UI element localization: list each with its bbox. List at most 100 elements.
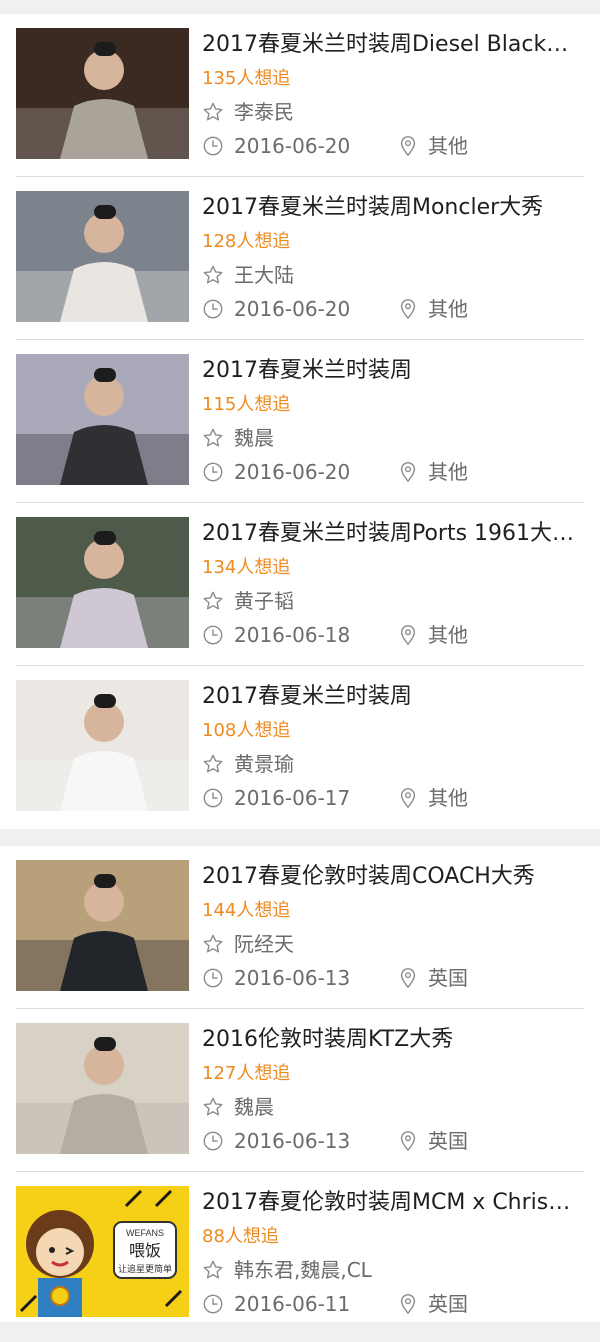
event-list-item[interactable]: 2017春夏米兰时装周Diesel Black… 135人想追 李泰民 2016… (16, 14, 584, 177)
event-date: 2016-06-20 (234, 297, 351, 321)
event-list-item[interactable]: 2017春夏米兰时装周 115人想追 魏晨 2016-06-20 其他 (16, 340, 584, 503)
stars-row: 魏晨 (202, 424, 584, 452)
event-location: 其他 (428, 297, 468, 321)
event-info: 2017春夏米兰时装周 115人想追 魏晨 2016-06-20 其他 (202, 354, 584, 486)
event-stars: 韩东君,魏晨,CL (234, 1258, 372, 1282)
event-thumbnail[interactable] (16, 860, 189, 991)
event-info: 2016伦敦时装周KTZ大秀 127人想追 魏晨 2016-06-13 英国 (202, 1023, 584, 1155)
clock-icon (203, 788, 223, 808)
photo-thumbnail (16, 517, 189, 648)
time-location-row: 2016-06-13 英国 (202, 1127, 584, 1155)
star-outline-icon (203, 934, 223, 953)
event-title[interactable]: 2017春夏伦敦时装周MCM x Chris… (202, 1186, 584, 1220)
photo-thumbnail (16, 1023, 189, 1154)
time-location-row: 2016-06-11 英国 (202, 1290, 584, 1318)
follower-count: 88人想追 (202, 1226, 279, 1247)
event-thumbnail[interactable] (16, 191, 189, 322)
event-info: 2017春夏米兰时装周Ports 1961大… 134人想追 黄子韬 2016-… (202, 517, 584, 649)
event-info: 2017春夏伦敦时装周COACH大秀 144人想追 阮经天 2016-06-13 (202, 860, 584, 992)
event-list-item[interactable]: 2017春夏米兰时装周Moncler大秀 128人想追 王大陆 2016-06-… (16, 177, 584, 340)
follower-count: 115人想追 (202, 394, 291, 415)
event-title[interactable]: 2017春夏伦敦时装周COACH大秀 (202, 860, 584, 894)
event-date: 2016-06-18 (234, 623, 351, 647)
event-stars: 李泰民 (234, 100, 294, 124)
star-outline-icon (203, 1097, 223, 1116)
time-location-row: 2016-06-17 其他 (202, 784, 584, 812)
event-thumbnail[interactable] (16, 517, 189, 648)
time-location-row: 2016-06-20 其他 (202, 295, 584, 323)
event-location: 其他 (428, 623, 468, 647)
event-info: 2017春夏米兰时装周Moncler大秀 128人想追 王大陆 2016-06-… (202, 191, 584, 323)
event-list-section: 2017春夏伦敦时装周COACH大秀 144人想追 阮经天 2016-06-13 (0, 846, 600, 1322)
clock-icon (203, 1294, 223, 1314)
thumb-logo-line2: 喂饭 (129, 1241, 161, 1260)
event-thumbnail[interactable] (16, 1023, 189, 1154)
star-outline-icon (203, 754, 223, 773)
stars-row: 阮经天 (202, 930, 584, 958)
star-outline-icon (203, 591, 223, 610)
event-list-item[interactable]: WEFANS 喂饭 让追星更简单 2017春夏伦敦时装周MCM x Chris… 8… (16, 1172, 584, 1322)
clock-icon (203, 625, 223, 645)
event-date: 2016-06-13 (234, 966, 351, 990)
event-list-item[interactable]: 2017春夏米兰时装周 108人想追 黄景瑜 2016-06-17 其他 (16, 666, 584, 829)
event-date: 2016-06-11 (234, 1292, 351, 1316)
stars-row: 黄景瑜 (202, 750, 584, 778)
location-pin-icon (400, 625, 416, 646)
photo-thumbnail (16, 28, 189, 159)
stars-row: 黄子韬 (202, 587, 584, 615)
follower-count: 108人想追 (202, 720, 291, 741)
event-title[interactable]: 2017春夏米兰时装周 (202, 354, 584, 388)
event-thumbnail[interactable] (16, 28, 189, 159)
photo-thumbnail (16, 860, 189, 991)
stars-row: 王大陆 (202, 261, 584, 289)
photo-thumbnail (16, 191, 189, 322)
location-pin-icon (400, 136, 416, 157)
follower-count: 144人想追 (202, 900, 291, 921)
event-thumbnail[interactable] (16, 680, 189, 811)
event-thumbnail[interactable]: WEFANS 喂饭 让追星更简单 (16, 1186, 189, 1317)
thumb-logo-line3: 让追星更简单 (118, 1263, 172, 1275)
stars-row: 韩东君,魏晨,CL (202, 1256, 584, 1284)
event-date: 2016-06-20 (234, 460, 351, 484)
event-location: 英国 (428, 1292, 468, 1316)
location-pin-icon (400, 299, 416, 320)
event-location: 其他 (428, 460, 468, 484)
time-location-row: 2016-06-18 其他 (202, 621, 584, 649)
event-location: 英国 (428, 1129, 468, 1153)
clock-icon (203, 136, 223, 156)
event-title[interactable]: 2017春夏米兰时装周Moncler大秀 (202, 191, 584, 225)
event-list-item[interactable]: 2017春夏米兰时装周Ports 1961大… 134人想追 黄子韬 2016-… (16, 503, 584, 666)
follower-count: 134人想追 (202, 557, 291, 578)
event-location: 英国 (428, 966, 468, 990)
event-stars: 黄景瑜 (234, 752, 294, 776)
event-location: 其他 (428, 134, 468, 158)
event-info: 2017春夏伦敦时装周MCM x Chris… 88人想追 韩东君,魏晨,CL … (202, 1186, 584, 1318)
location-pin-icon (400, 1294, 416, 1315)
photo-thumbnail (16, 680, 189, 811)
event-title[interactable]: 2017春夏米兰时装周Ports 1961大… (202, 517, 584, 551)
event-stars: 魏晨 (234, 1095, 274, 1119)
time-location-row: 2016-06-20 其他 (202, 458, 584, 486)
event-title[interactable]: 2016伦敦时装周KTZ大秀 (202, 1023, 584, 1057)
event-info: 2017春夏米兰时装周Diesel Black… 135人想追 李泰民 2016… (202, 28, 584, 160)
star-outline-icon (203, 265, 223, 284)
time-location-row: 2016-06-20 其他 (202, 132, 584, 160)
follower-count: 128人想追 (202, 231, 291, 252)
time-location-row: 2016-06-13 英国 (202, 964, 584, 992)
event-thumbnail[interactable] (16, 354, 189, 485)
event-list-item[interactable]: 2017春夏伦敦时装周COACH大秀 144人想追 阮经天 2016-06-13 (16, 846, 584, 1009)
event-date: 2016-06-20 (234, 134, 351, 158)
clock-icon (203, 968, 223, 988)
event-title[interactable]: 2017春夏米兰时装周 (202, 680, 584, 714)
follower-count: 127人想追 (202, 1063, 291, 1084)
event-title[interactable]: 2017春夏米兰时装周Diesel Black… (202, 28, 584, 62)
clock-icon (203, 1131, 223, 1151)
location-pin-icon (400, 968, 416, 989)
photo-thumbnail (16, 354, 189, 485)
event-list-item[interactable]: 2016伦敦时装周KTZ大秀 127人想追 魏晨 2016-06-13 英国 (16, 1009, 584, 1172)
event-location: 其他 (428, 786, 468, 810)
stars-row: 李泰民 (202, 98, 584, 126)
location-pin-icon (400, 462, 416, 483)
event-stars: 阮经天 (234, 932, 294, 956)
event-stars: 魏晨 (234, 426, 274, 450)
